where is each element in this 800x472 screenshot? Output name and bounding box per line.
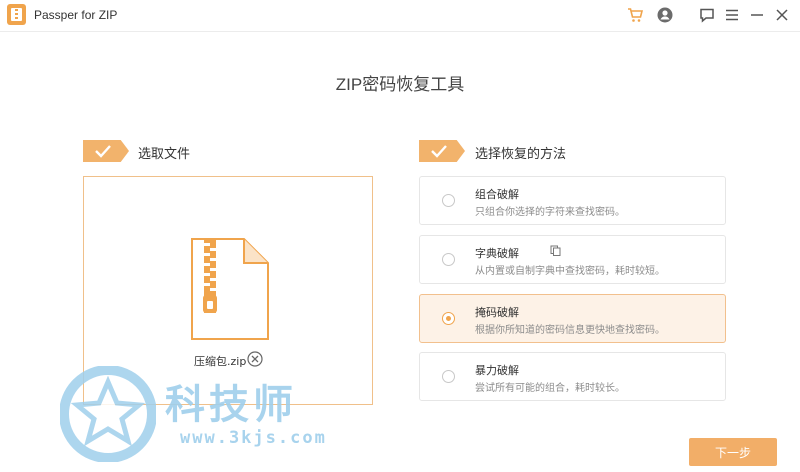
radio-button[interactable] (442, 370, 455, 383)
minimize-icon[interactable] (748, 6, 766, 24)
check-icon (431, 145, 447, 158)
check-icon (95, 145, 111, 158)
method-option-combination[interactable]: 组合破解 只组合你选择的字符来查找密码。 (419, 176, 726, 225)
method-description: 从内置或自制字典中查找密码，耗时较短。 (475, 266, 665, 277)
radio-button-selected[interactable] (442, 312, 455, 325)
method-description: 只组合你选择的字符来查找密码。 (475, 207, 625, 218)
close-icon[interactable] (773, 6, 791, 24)
method-option-mask[interactable]: 掩码破解 根据你所知道的密码信息更快地查找密码。 (419, 294, 726, 343)
method-option-dictionary[interactable]: 字典破解 从内置或自制字典中查找密码，耗时较短。 (419, 235, 726, 284)
watermark-text: 科技师 (165, 382, 297, 428)
step-check-badge (83, 140, 129, 162)
method-option-brute-force[interactable]: 暴力破解 尝试所有可能的组合，耗时较长。 (419, 352, 726, 401)
radio-button[interactable] (442, 194, 455, 207)
remove-file-button[interactable] (247, 351, 263, 367)
method-name: 组合破解 (475, 188, 519, 201)
next-button[interactable]: 下一步 (689, 438, 777, 466)
menu-icon[interactable] (723, 6, 741, 24)
dictionary-file-icon[interactable] (550, 245, 561, 256)
method-name: 掩码破解 (475, 306, 519, 319)
method-description: 根据你所知道的密码信息更快地查找密码。 (475, 325, 665, 336)
account-icon[interactable] (656, 6, 674, 24)
step-label-select-file: 选取文件 (138, 147, 191, 162)
radio-button[interactable] (442, 253, 455, 266)
close-circle-icon (247, 351, 263, 367)
title-bar: Passper for ZIP (0, 0, 800, 32)
step-check-badge (419, 140, 465, 162)
feedback-icon[interactable] (698, 6, 716, 24)
window-title: Passper for ZIP (34, 8, 118, 22)
method-description: 尝试所有可能的组合，耗时较长。 (475, 383, 625, 394)
cart-icon[interactable] (626, 6, 644, 24)
step-label-select-method: 选择恢复的方法 (475, 147, 567, 162)
file-name: 压缩包.zip (194, 355, 247, 368)
zip-file-icon (191, 238, 269, 340)
page-title: ZIP密码恢复工具 (335, 75, 465, 94)
watermark-url: www.3kjs.com (180, 428, 327, 448)
method-name: 字典破解 (475, 247, 519, 260)
watermark-star-logo (60, 366, 156, 462)
app-logo-icon (7, 4, 26, 25)
method-name: 暴力破解 (475, 364, 519, 377)
